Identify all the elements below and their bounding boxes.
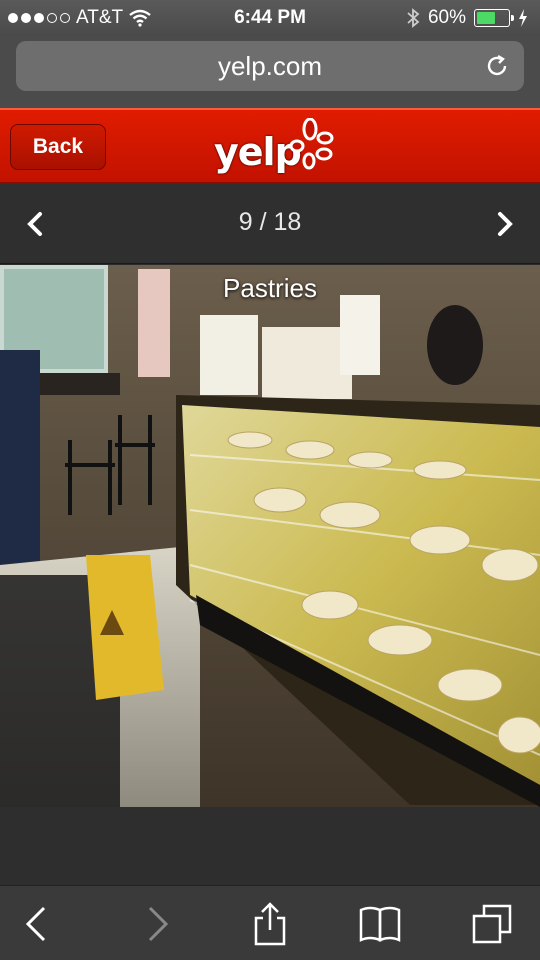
forward-arrow-icon[interactable] (134, 902, 178, 946)
photo-pager: 9 / 18 (0, 184, 540, 264)
battery-icon (474, 9, 514, 27)
bluetooth-icon (407, 8, 420, 28)
tabs-icon[interactable] (470, 902, 514, 946)
yelp-logo-text: yelp (214, 130, 302, 174)
back-arrow-icon[interactable] (16, 902, 60, 946)
bookmarks-icon[interactable] (358, 902, 402, 946)
reload-icon[interactable] (484, 53, 510, 79)
bakery-photo[interactable]: Pastries (0, 265, 540, 807)
photo-caption: Pastries (223, 273, 317, 303)
browser-address-area: yelp.com (0, 36, 540, 108)
address-bar[interactable]: yelp.com (16, 41, 524, 91)
status-right: 60% (406, 7, 528, 29)
next-photo-icon[interactable] (490, 210, 518, 238)
status-bar: AT&T 6:44 PM 60% (0, 0, 540, 36)
photo-counter: 9 / 18 (238, 208, 302, 236)
share-icon[interactable] (248, 902, 292, 946)
burst-icon (290, 118, 334, 170)
charging-icon (519, 9, 527, 27)
yelp-logo[interactable]: yelp (214, 116, 334, 176)
browser-toolbar (0, 885, 540, 960)
battery-percent: 60% (427, 7, 466, 28)
photo-footer-space (0, 807, 540, 885)
photo-image (0, 265, 540, 807)
yelp-header: Back yelp (0, 108, 540, 184)
url-text: yelp.com (217, 50, 323, 81)
back-button[interactable]: Back (10, 124, 106, 170)
